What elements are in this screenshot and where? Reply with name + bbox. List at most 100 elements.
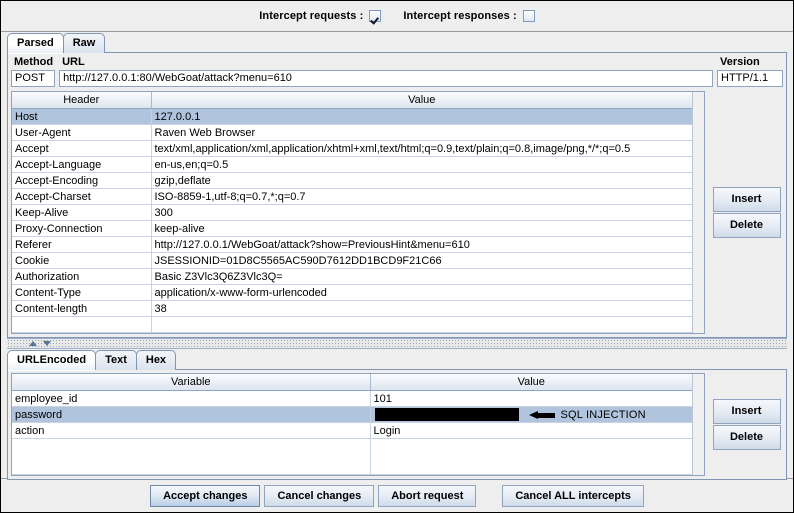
intercept-requests-group[interactable]: Intercept requests : [259,10,382,22]
cancel-changes-button[interactable]: Cancel changes [264,485,375,507]
headers-delete-button[interactable]: Delete [712,213,781,238]
table-row[interactable]: Keep-Alive 300 [12,204,692,221]
method-label: Method [14,56,54,68]
headers-table-area: Header Value Host 127.0.0.1 User-Agent Rave… [8,91,786,337]
table-row[interactable]: Proxy-Connection keep-alive [12,220,692,237]
header-value-cell[interactable]: gzip,deflate [151,172,692,189]
header-value-cell[interactable]: en-us,en;q=0.5 [151,156,692,173]
version-input[interactable]: HTTP/1.1 [717,70,783,87]
tab-urlencoded[interactable]: URLEncoded [7,350,97,371]
header-value-cell[interactable]: Basic Z3Vlc3Q6Z3Vlc3Q= [151,268,692,285]
request-panel: Method POST URL http://127.0.0.1:80/WebG… [7,53,787,338]
header-name-cell[interactable]: Content-length [12,300,152,317]
headers-table: Header Value Host 127.0.0.1 User-Agent Rave… [12,92,692,333]
collapse-down-icon[interactable] [43,341,51,346]
body-delete-button[interactable]: Delete [712,425,781,450]
body-vertical-scrollbar[interactable] [692,374,704,475]
table-filler-row [12,438,692,475]
table-row[interactable]: action Login [12,422,692,439]
variable-value-cell[interactable]: Login [370,422,692,439]
split-pane-divider[interactable] [7,338,787,349]
header-value-cell[interactable]: ISO-8859-1,utf-8;q=0.7,*;q=0.7 [151,188,692,205]
header-value-cell[interactable]: application/x-www-form-urlencoded [151,284,692,301]
column-header-variable[interactable]: Variable [12,374,371,391]
header-name-cell[interactable]: Proxy-Connection [12,220,152,237]
tab-raw[interactable]: Raw [62,33,106,53]
column-header-value[interactable]: Value [370,374,692,391]
intercept-requests-checkbox[interactable] [369,10,382,22]
column-header-value[interactable]: Value [151,92,692,109]
body-table-header-row: Variable Value [12,374,692,391]
headers-insert-button[interactable]: Insert [712,187,781,212]
table-row[interactable]: Accept-Encoding gzip,deflate [12,172,692,189]
version-field-group: Version HTTP/1.1 [717,55,783,87]
headers-vertical-scrollbar[interactable] [692,92,704,333]
variable-value-cell[interactable]: SQL INJECTION [370,406,693,423]
method-field-group: Method POST [11,55,55,87]
table-row[interactable]: Accept-Language en-us,en;q=0.5 [12,156,692,173]
table-row[interactable]: password SQL INJECTION [12,406,693,423]
header-value-cell[interactable]: 127.0.0.1 [151,108,692,125]
variable-name-cell[interactable]: employee_id [12,390,371,407]
url-input[interactable]: http://127.0.0.1:80/WebGoat/attack?menu=… [59,70,713,87]
redacted-value-wrapper: SQL INJECTION [374,407,693,422]
table-row[interactable]: Content-length 38 [12,300,692,317]
annotation-label: SQL INJECTION [560,408,646,421]
column-header-header[interactable]: Header [12,92,152,109]
table-row[interactable]: Referer http://127.0.0.1/WebGoat/attack?s… [12,236,692,253]
header-name-cell[interactable]: Accept-Charset [12,188,152,205]
table-row[interactable]: Cookie JSESSIONID=01D8C5565AC590D7612DD1B… [12,252,692,269]
header-value-cell[interactable]: keep-alive [151,220,692,237]
variable-name-cell[interactable]: password [12,406,371,423]
variable-name-cell[interactable]: action [12,422,371,439]
cancel-all-intercepts-button[interactable]: Cancel ALL intercepts [502,485,644,507]
header-name-cell[interactable]: Authorization [12,268,152,285]
variable-value-cell[interactable]: 101 [370,390,692,407]
header-value-cell[interactable]: Raven Web Browser [151,124,692,141]
header-name-cell[interactable]: User-Agent [12,124,152,141]
body-table-area: Variable Value employee_id 101 password SQL… [8,370,786,479]
body-insert-button[interactable]: Insert [712,399,781,424]
table-row[interactable]: employee_id 101 [12,390,692,407]
table-row[interactable]: Host 127.0.0.1 [12,108,692,125]
intercept-responses-label: Intercept responses : [403,10,517,22]
headers-side-buttons: Insert Delete [705,91,783,334]
headers-table-header-row: Header Value [12,92,692,109]
header-value-cell[interactable]: JSESSIONID=01D8C5565AC590D7612DD1BCD9F21… [151,252,692,269]
header-name-cell[interactable]: Content-Type [12,284,152,301]
header-name-cell[interactable]: Keep-Alive [12,204,152,221]
headers-table-wrapper: Header Value Host 127.0.0.1 User-Agent Rave… [11,91,705,334]
header-name-cell[interactable]: Accept-Encoding [12,172,152,189]
method-input[interactable]: POST [11,70,55,87]
action-button-bar: Accept changes Cancel changes Abort reques… [1,478,793,512]
header-value-cell[interactable]: 300 [151,204,692,221]
table-row[interactable]: Accept-Charset ISO-8859-1,utf-8;q=0.7,*;q… [12,188,692,205]
table-row[interactable]: Content-Type application/x-www-form-urlen… [12,284,692,301]
accept-changes-button[interactable]: Accept changes [150,485,261,507]
abort-request-button[interactable]: Abort request [378,485,477,507]
sql-injection-annotation: SQL INJECTION [528,408,646,421]
body-tab-strip: URLEncoded Text Hex [1,349,793,371]
collapse-up-icon[interactable] [29,341,37,346]
intercept-responses-group[interactable]: Intercept responses : [403,10,535,22]
body-table-wrapper: Variable Value employee_id 101 password SQL… [11,373,705,476]
table-row[interactable]: Accept text/xml,application/xml,applicati… [12,140,692,157]
header-name-cell[interactable]: Referer [12,236,152,253]
table-row[interactable]: User-Agent Raven Web Browser [12,124,692,141]
header-name-cell[interactable]: Host [12,108,152,125]
intercept-responses-checkbox[interactable] [522,10,535,22]
header-name-cell[interactable]: Accept-Language [12,156,152,173]
redaction-bar [374,408,519,421]
intercept-requests-label: Intercept requests : [259,10,364,22]
header-name-cell[interactable]: Accept [12,140,152,157]
tab-hex[interactable]: Hex [135,350,177,370]
tab-text[interactable]: Text [95,350,137,370]
header-value-cell[interactable]: 38 [151,300,692,317]
table-filler-row [12,316,692,333]
url-field-group: URL http://127.0.0.1:80/WebGoat/attack?m… [55,55,713,87]
header-name-cell[interactable]: Cookie [12,252,152,269]
header-value-cell[interactable]: http://127.0.0.1/WebGoat/attack?show=Pre… [151,236,692,253]
header-value-cell[interactable]: text/xml,application/xml,application/xht… [151,140,692,157]
table-row[interactable]: Authorization Basic Z3Vlc3Q6Z3Vlc3Q= [12,268,692,285]
tab-parsed[interactable]: Parsed [7,33,64,54]
